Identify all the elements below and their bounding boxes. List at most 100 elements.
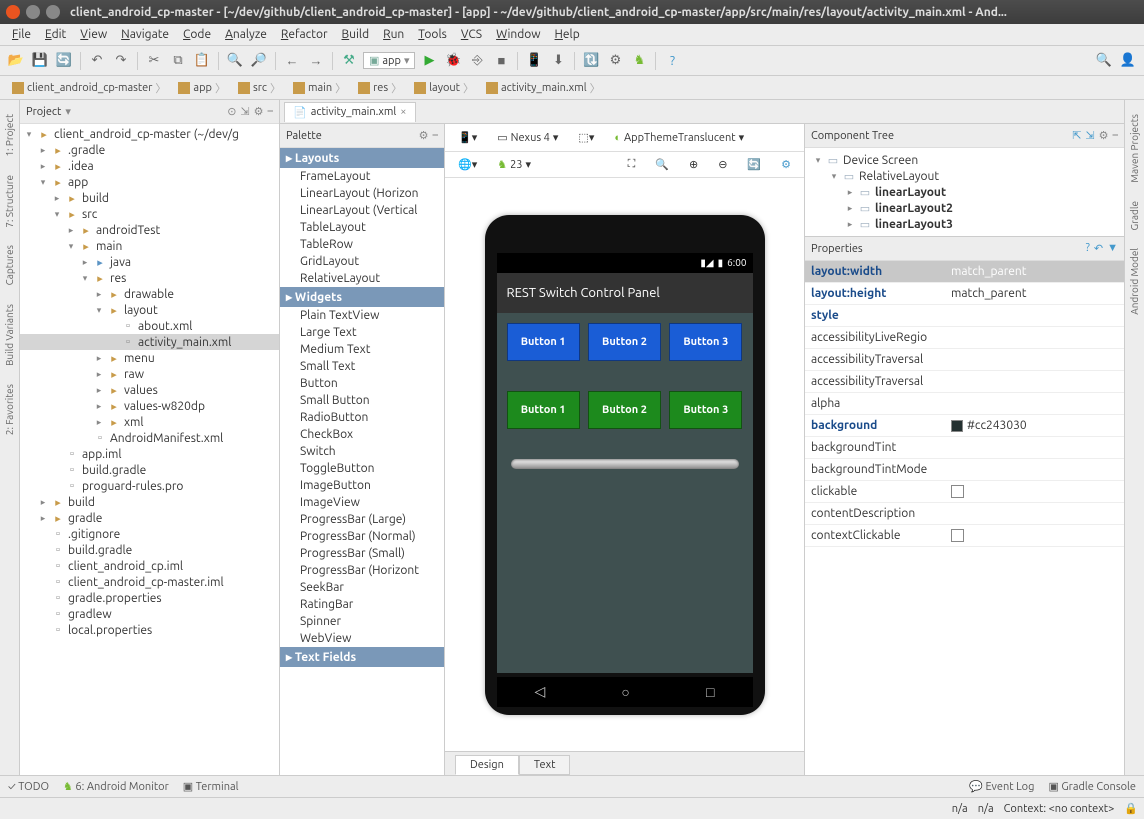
recent-nav-icon[interactable]: □ [706,684,714,700]
palette-hide-icon[interactable]: ⎯ [433,129,439,142]
palette-item[interactable]: ToggleButton [280,460,444,477]
terminal-tab[interactable]: ▣ Terminal [183,780,239,793]
props-filter-icon[interactable]: ▼ [1107,242,1118,255]
property-row[interactable]: accessibilityTraversal [805,349,1124,371]
todo-tab[interactable]: ✓ TODO [8,781,49,793]
sdk-icon[interactable]: ⬇ [548,51,568,71]
palette-item[interactable]: RelativeLayout [280,270,444,287]
props-help-icon[interactable]: ? [1086,242,1090,255]
zoom-actual-icon[interactable]: 🔍 [648,155,676,174]
menu-code[interactable]: Code [177,26,217,43]
palette-item[interactable]: CheckBox [280,426,444,443]
window-minimize-button[interactable] [26,5,40,19]
menu-tools[interactable]: Tools [412,26,453,43]
window-close-button[interactable] [6,5,20,19]
palette-item[interactable]: Medium Text [280,341,444,358]
open-icon[interactable]: 📂 [6,51,26,71]
search-everywhere-icon[interactable]: 🔍 [1094,51,1114,71]
property-row[interactable]: contextClickable [805,525,1124,547]
tree-hide-icon[interactable]: ⎯ [1113,129,1119,142]
component-tree-item[interactable]: ▸▭linearLayout [809,184,1120,200]
palette-item[interactable]: RatingBar [280,596,444,613]
tree-item[interactable]: ▫build.gradle [20,542,279,558]
menu-build[interactable]: Build [336,26,376,43]
tree-item[interactable]: ▾▸layout [20,302,279,318]
palette-item[interactable]: GridLayout [280,253,444,270]
component-tree-item[interactable]: ▾▭Device Screen [809,152,1120,168]
palette-item[interactable]: WebView [280,630,444,647]
component-tree-item[interactable]: ▸▭linearLayout2 [809,200,1120,216]
tree-item[interactable]: ▫activity_main.xml [20,334,279,350]
palette-item[interactable]: ProgressBar (Normal) [280,528,444,545]
undo-icon[interactable]: ↶ [87,51,107,71]
event-log-tab[interactable]: 💬 Event Log [969,780,1034,793]
tree-item[interactable]: ▸▸values [20,382,279,398]
tree-item[interactable]: ▫local.properties [20,622,279,638]
gradle-console-tab[interactable]: ▣ Gradle Console [1048,780,1136,793]
rail-tab[interactable]: Maven Projects [1129,110,1140,187]
tree-item[interactable]: ▸▸values-w820dp [20,398,279,414]
menu-navigate[interactable]: Navigate [115,26,175,43]
menu-run[interactable]: Run [377,26,410,43]
rail-tab[interactable]: 1: Project [4,110,15,161]
orientation-icon[interactable]: 📱▾ [451,128,484,147]
palette-item[interactable]: ImageButton [280,477,444,494]
phone-button[interactable]: Button 3 [669,323,742,361]
tree-item[interactable]: ▸▸build [20,494,279,510]
component-tree-item[interactable]: ▾▭RelativeLayout [809,168,1120,184]
menu-refactor[interactable]: Refactor [275,26,334,43]
expand-icon[interactable]: ⇱ [1072,129,1081,142]
menu-vcs[interactable]: VCS [455,26,488,43]
phone-button[interactable]: Button 1 [507,391,580,429]
property-row[interactable]: backgroundTintMode [805,459,1124,481]
help-icon[interactable]: ? [662,51,682,71]
home-nav-icon[interactable]: ○ [621,684,629,700]
palette-item[interactable]: TableRow [280,236,444,253]
avd-icon[interactable]: 📱 [524,51,544,71]
tree-item[interactable]: ▫.gitignore [20,526,279,542]
palette-group[interactable]: ▸ Layouts [280,148,444,168]
menu-analyze[interactable]: Analyze [219,26,273,43]
rail-tab[interactable]: Gradle [1129,197,1140,235]
back-icon[interactable]: ← [282,51,302,71]
cut-icon[interactable]: ✂ [144,51,164,71]
zoom-fit-icon[interactable]: ⛶ [621,155,643,174]
gradle-sync-icon[interactable]: 🔃 [581,51,601,71]
rail-tab[interactable]: Build Variants [4,300,15,370]
palette-item[interactable]: Spinner [280,613,444,630]
android-icon[interactable]: ♞ [629,51,649,71]
tree-gear-icon[interactable]: ⚙ [1099,129,1109,142]
menu-window[interactable]: Window [490,26,546,43]
palette-item[interactable]: ProgressBar (Small) [280,545,444,562]
tree-item[interactable]: ▫about.xml [20,318,279,334]
refresh-icon[interactable]: 🔄 [740,155,768,174]
breadcrumb-item[interactable]: main〉 [287,78,352,98]
project-structure-icon[interactable]: ⚙ [605,51,625,71]
phone-button[interactable]: Button 2 [588,323,661,361]
rail-tab[interactable]: 7: Structure [4,171,15,232]
palette-group[interactable]: ▸ Widgets [280,287,444,307]
breadcrumb-item[interactable]: res〉 [352,78,408,98]
tree-item[interactable]: ▸▸.idea [20,158,279,174]
breadcrumb-item[interactable]: layout〉 [408,78,480,98]
property-row[interactable]: style [805,305,1124,327]
property-row[interactable]: accessibilityTraversal [805,371,1124,393]
property-row[interactable]: layout:widthmatch_parent [805,261,1124,283]
property-row[interactable]: backgroundTint [805,437,1124,459]
app-theme-selector[interactable]: ◐ AppThemeTranslucent ▾ [607,128,751,147]
palette-item[interactable]: Switch [280,443,444,460]
design-tab[interactable]: Design [455,755,519,775]
menu-file[interactable]: File [6,26,37,43]
attach-icon[interactable]: ⎆ [467,51,487,71]
palette-item[interactable]: LinearLayout (Horizon [280,185,444,202]
find-icon[interactable]: 🔍 [225,51,245,71]
palette-item[interactable]: Small Button [280,392,444,409]
project-gear-icon[interactable]: ⚙ [254,105,264,118]
tree-item[interactable]: ▸▸menu [20,350,279,366]
project-collapse-icon[interactable]: ⇲ [240,105,249,118]
android-monitor-tab[interactable]: ♞ 6: Android Monitor [63,780,169,793]
palette-item[interactable]: SeekBar [280,579,444,596]
locale-icon[interactable]: 🌐▾ [451,155,484,174]
paste-icon[interactable]: 📋 [192,51,212,71]
tree-item[interactable]: ▸▸.gradle [20,142,279,158]
